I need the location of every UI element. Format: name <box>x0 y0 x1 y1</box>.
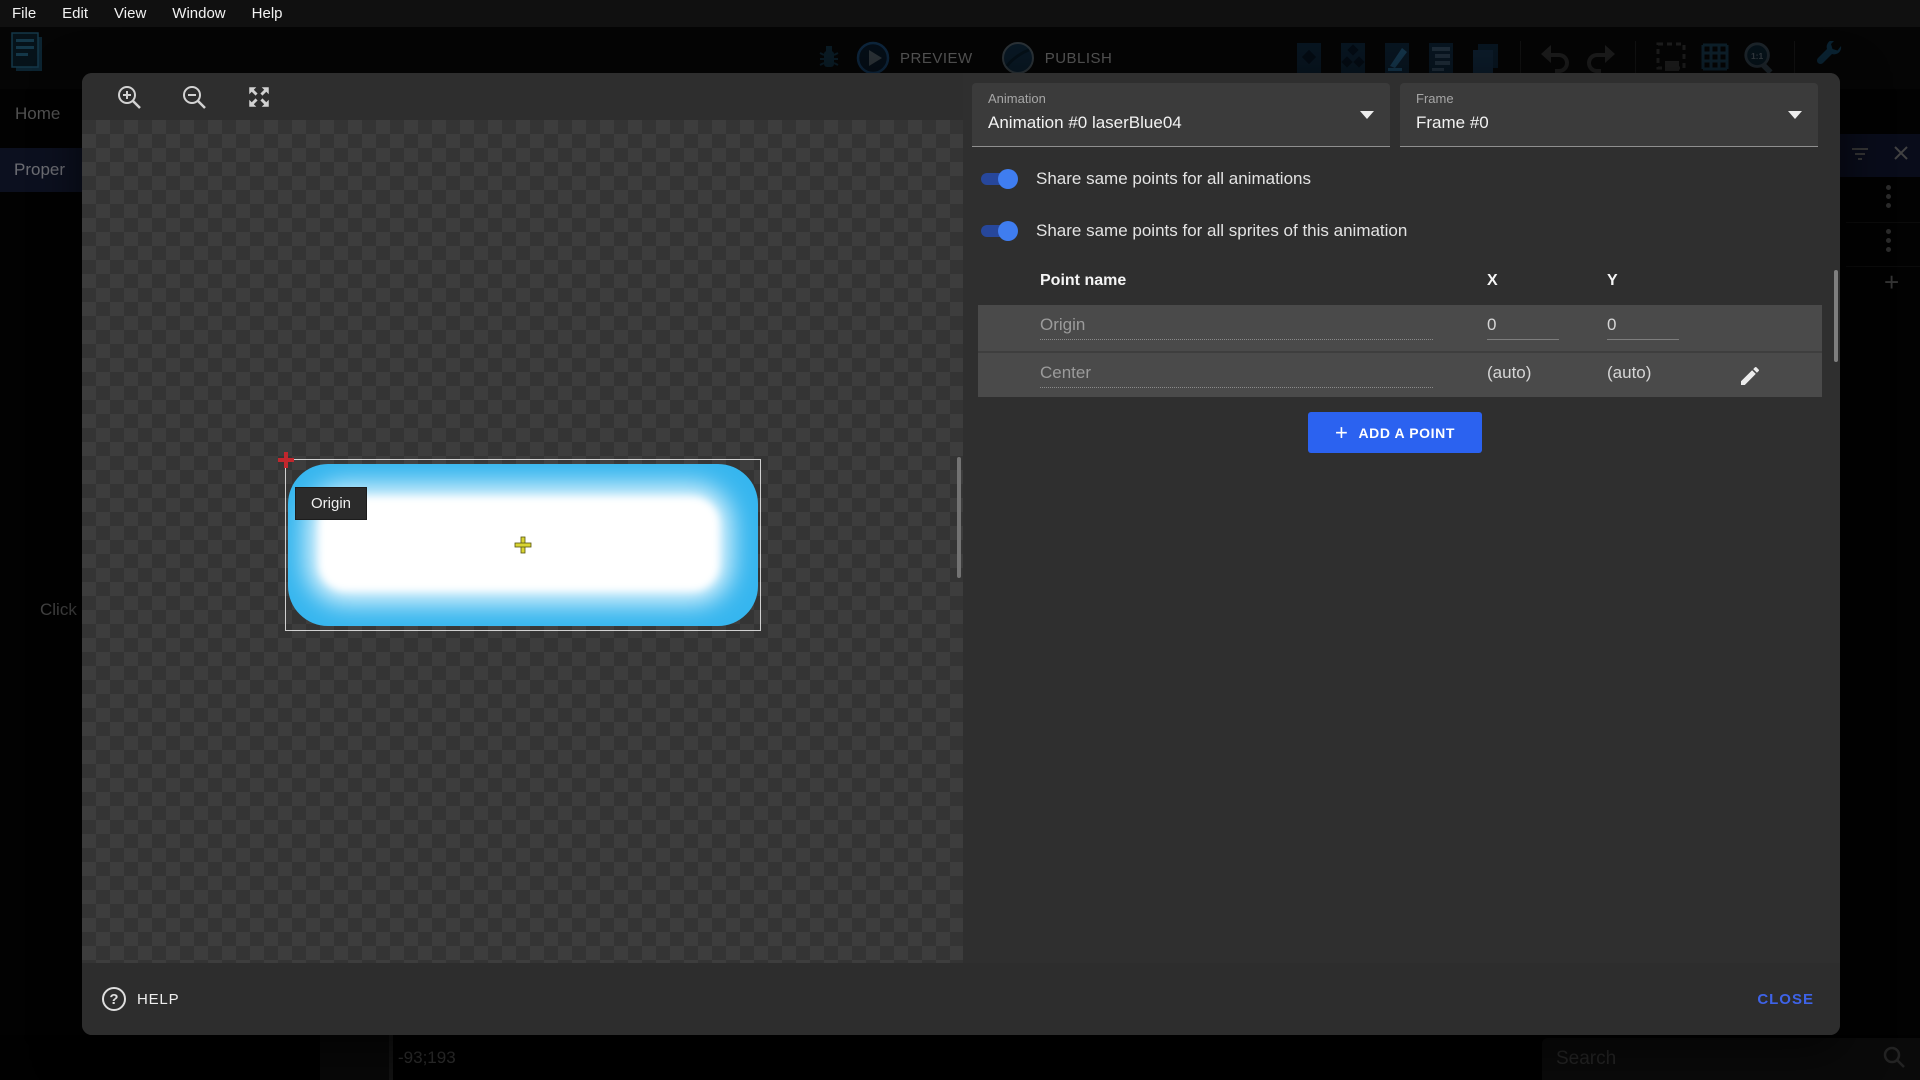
menu-item-view[interactable]: View <box>114 5 146 22</box>
help-button-label: HELP <box>137 991 179 1008</box>
share-points-sprites-toggle[interactable] <box>978 220 1018 242</box>
chevron-down-icon <box>1788 111 1802 119</box>
menu-item-help[interactable]: Help <box>252 5 283 22</box>
share-points-animations-toggle[interactable] <box>978 168 1018 190</box>
column-header-y: Y <box>1607 272 1618 290</box>
share-points-animations-label: Share same points for all animations <box>1036 169 1311 189</box>
zoom-out-icon[interactable] <box>181 84 207 110</box>
points-table: Point name X Y Origin 0 0 Center (auto) … <box>978 258 1822 397</box>
frame-select-value: Frame #0 <box>1416 113 1489 133</box>
center-point-marker[interactable] <box>514 536 532 554</box>
zoom-in-icon[interactable] <box>116 84 142 110</box>
canvas-toolbar <box>82 73 963 120</box>
frame-select-label: Frame <box>1416 91 1454 106</box>
column-header-name: Point name <box>1040 272 1126 290</box>
table-row-origin: Origin 0 0 <box>978 305 1822 351</box>
help-icon: ? <box>102 987 126 1011</box>
table-row-center: Center (auto) (auto) <box>978 351 1822 397</box>
point-x-field[interactable]: 0 <box>1487 315 1559 340</box>
origin-point-marker[interactable] <box>277 451 295 469</box>
animation-select[interactable]: Animation Animation #0 laserBlue04 <box>972 83 1390 147</box>
points-panel: Animation Animation #0 laserBlue04 Frame… <box>963 73 1840 963</box>
add-point-button[interactable]: + ADD A POINT <box>1308 412 1482 453</box>
sprite-canvas[interactable]: Origin <box>82 120 963 963</box>
share-points-sprites-label: Share same points for all sprites of thi… <box>1036 221 1407 241</box>
plus-icon: + <box>1335 424 1348 442</box>
help-button[interactable]: ? HELP <box>102 987 179 1011</box>
fit-to-screen-icon[interactable] <box>246 84 272 110</box>
edit-points-dialog: Origin Animation Animation #0 laserBlue0… <box>82 73 1840 1035</box>
menu-item-window[interactable]: Window <box>172 5 225 22</box>
menu-item-file[interactable]: File <box>12 5 36 22</box>
point-x-field[interactable]: (auto) <box>1487 363 1559 383</box>
points-table-header: Point name X Y <box>978 258 1822 305</box>
dialog-footer: ? HELP CLOSE <box>82 963 1840 1035</box>
close-button[interactable]: CLOSE <box>1757 991 1814 1008</box>
point-y-field[interactable]: 0 <box>1607 315 1679 340</box>
sprite-preview: Origin <box>286 460 760 630</box>
origin-tooltip: Origin <box>295 487 367 520</box>
add-point-button-label: ADD A POINT <box>1358 425 1455 441</box>
edit-point-icon[interactable] <box>1738 364 1762 388</box>
animation-select-value: Animation #0 laserBlue04 <box>988 113 1182 133</box>
menu-bar: File Edit View Window Help <box>0 0 1920 27</box>
column-header-x: X <box>1487 272 1498 290</box>
share-points-animations-row: Share same points for all animations <box>978 168 1311 190</box>
point-name-field[interactable]: Origin <box>1040 315 1433 340</box>
canvas-scrollbar[interactable] <box>957 457 961 578</box>
frame-select[interactable]: Frame Frame #0 <box>1400 83 1818 147</box>
chevron-down-icon <box>1360 111 1374 119</box>
menu-item-edit[interactable]: Edit <box>62 5 88 22</box>
point-y-field[interactable]: (auto) <box>1607 363 1679 383</box>
panel-scrollbar[interactable] <box>1834 270 1838 362</box>
animation-select-label: Animation <box>988 91 1046 106</box>
point-name-field[interactable]: Center <box>1040 363 1433 388</box>
origin-tooltip-label: Origin <box>311 495 351 512</box>
share-points-sprites-row: Share same points for all sprites of thi… <box>978 220 1407 242</box>
